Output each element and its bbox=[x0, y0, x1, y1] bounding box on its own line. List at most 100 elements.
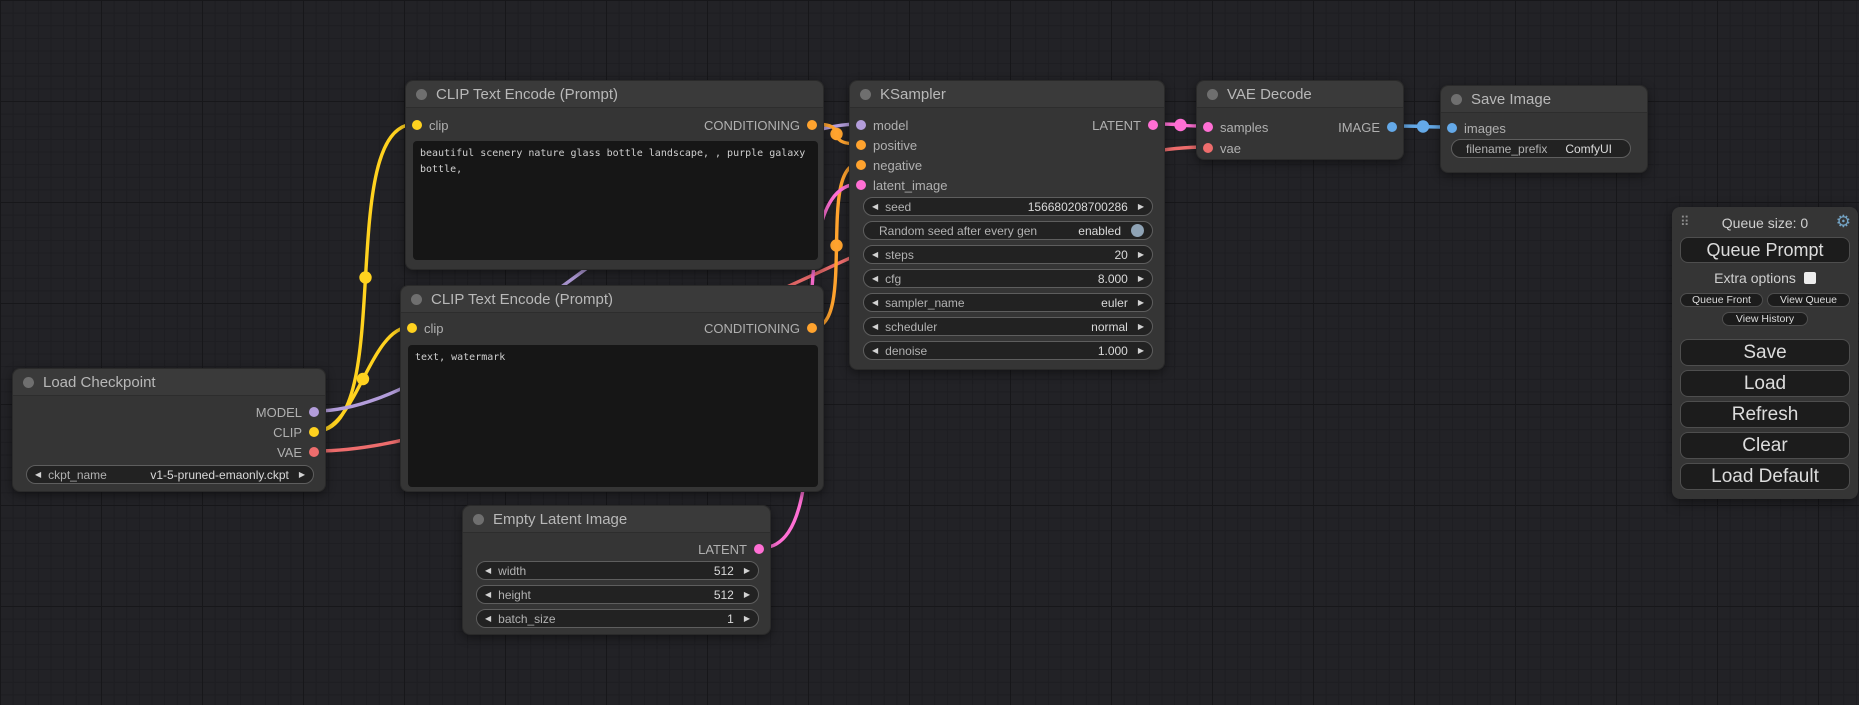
widget-scheduler[interactable]: ◀ scheduler normal ▶ bbox=[863, 317, 1153, 336]
node-load-checkpoint[interactable]: Load Checkpoint MODEL CLIP VAE ◀ ckpt_na… bbox=[12, 368, 326, 492]
input-vae[interactable]: vae bbox=[1203, 139, 1241, 157]
output-model[interactable]: MODEL bbox=[256, 403, 319, 421]
latent-port-icon[interactable] bbox=[1148, 120, 1158, 130]
model-port-icon[interactable] bbox=[309, 407, 319, 417]
widget-height[interactable]: ◀ height 512 ▶ bbox=[476, 585, 759, 604]
latent-port-icon[interactable] bbox=[754, 544, 764, 554]
node-save-image[interactable]: Save Image images filename_prefix ComfyU… bbox=[1440, 85, 1648, 173]
node-graph-canvas[interactable]: Load Checkpoint MODEL CLIP VAE ◀ ckpt_na… bbox=[0, 0, 1859, 705]
increment-arrow-icon[interactable]: ▶ bbox=[744, 567, 750, 575]
output-vae[interactable]: VAE bbox=[277, 443, 319, 461]
increment-arrow-icon[interactable]: ▶ bbox=[299, 471, 305, 479]
output-latent[interactable]: LATENT bbox=[1092, 116, 1158, 134]
conditioning-port-icon[interactable] bbox=[856, 160, 866, 170]
decrement-arrow-icon[interactable]: ◀ bbox=[485, 615, 491, 623]
node-clip-text-encode-positive[interactable]: CLIP Text Encode (Prompt) clip CONDITION… bbox=[405, 80, 824, 270]
load-default-button[interactable]: Load Default bbox=[1680, 463, 1850, 490]
settings-gear-icon[interactable]: ⚙ bbox=[1836, 212, 1851, 232]
input-clip[interactable]: clip bbox=[412, 116, 449, 134]
node-title-bar[interactable]: Save Image bbox=[1441, 86, 1647, 113]
input-images[interactable]: images bbox=[1447, 119, 1506, 137]
widget-width[interactable]: ◀ width 512 ▶ bbox=[476, 561, 759, 580]
output-latent[interactable]: LATENT bbox=[698, 540, 764, 558]
clip-port-icon[interactable] bbox=[412, 120, 422, 130]
widget-filename-prefix[interactable]: filename_prefix ComfyUI bbox=[1451, 139, 1631, 158]
input-latent-image[interactable]: latent_image bbox=[856, 176, 947, 194]
increment-arrow-icon[interactable]: ▶ bbox=[1138, 203, 1144, 211]
prompt-textarea[interactable]: beautiful scenery nature glass bottle la… bbox=[413, 141, 818, 260]
clip-port-icon[interactable] bbox=[407, 323, 417, 333]
input-negative[interactable]: negative bbox=[856, 156, 922, 174]
view-history-button[interactable]: View History bbox=[1722, 312, 1808, 326]
output-conditioning[interactable]: CONDITIONING bbox=[704, 319, 817, 337]
save-button[interactable]: Save bbox=[1680, 339, 1850, 366]
output-image[interactable]: IMAGE bbox=[1338, 118, 1397, 136]
refresh-button[interactable]: Refresh bbox=[1680, 401, 1850, 428]
increment-arrow-icon[interactable]: ▶ bbox=[1138, 347, 1144, 355]
widget-random-seed-toggle[interactable]: Random seed after every gen enabled bbox=[863, 221, 1153, 240]
vae-port-icon[interactable] bbox=[309, 447, 319, 457]
decrement-arrow-icon[interactable]: ◀ bbox=[872, 347, 878, 355]
toggle-enabled-icon[interactable] bbox=[1131, 224, 1144, 237]
output-conditioning[interactable]: CONDITIONING bbox=[704, 116, 817, 134]
queue-control-panel[interactable]: ⠿ Queue size: 0 ⚙ Queue Prompt Extra opt… bbox=[1672, 207, 1858, 499]
collapse-dot-icon[interactable] bbox=[860, 89, 871, 100]
latent-port-icon[interactable] bbox=[1203, 122, 1213, 132]
decrement-arrow-icon[interactable]: ◀ bbox=[872, 299, 878, 307]
conditioning-port-icon[interactable] bbox=[856, 140, 866, 150]
decrement-arrow-icon[interactable]: ◀ bbox=[872, 203, 878, 211]
increment-arrow-icon[interactable]: ▶ bbox=[1138, 275, 1144, 283]
collapse-dot-icon[interactable] bbox=[1207, 89, 1218, 100]
increment-arrow-icon[interactable]: ▶ bbox=[1138, 299, 1144, 307]
node-vae-decode[interactable]: VAE Decode samples vae IMAGE bbox=[1196, 80, 1404, 160]
widget-seed[interactable]: ◀ seed 156680208700286 ▶ bbox=[863, 197, 1153, 216]
node-empty-latent-image[interactable]: Empty Latent Image LATENT ◀ width 512 ▶ … bbox=[462, 505, 771, 635]
queue-prompt-button[interactable]: Queue Prompt bbox=[1680, 237, 1850, 263]
model-port-icon[interactable] bbox=[856, 120, 866, 130]
node-title-bar[interactable]: CLIP Text Encode (Prompt) bbox=[406, 81, 823, 108]
image-port-icon[interactable] bbox=[1447, 123, 1457, 133]
widget-denoise[interactable]: ◀ denoise 1.000 ▶ bbox=[863, 341, 1153, 360]
widget-steps[interactable]: ◀ steps 20 ▶ bbox=[863, 245, 1153, 264]
collapse-dot-icon[interactable] bbox=[1451, 94, 1462, 105]
decrement-arrow-icon[interactable]: ◀ bbox=[485, 591, 491, 599]
decrement-arrow-icon[interactable]: ◀ bbox=[35, 471, 41, 479]
widget-ckpt-name[interactable]: ◀ ckpt_name v1-5-pruned-emaonly.ckpt ▶ bbox=[26, 465, 314, 484]
clip-port-icon[interactable] bbox=[309, 427, 319, 437]
node-title-bar[interactable]: VAE Decode bbox=[1197, 81, 1403, 108]
node-ksampler[interactable]: KSampler model positive negative latent_… bbox=[849, 80, 1165, 370]
extra-options-checkbox[interactable] bbox=[1804, 272, 1816, 284]
collapse-dot-icon[interactable] bbox=[411, 294, 422, 305]
view-queue-button[interactable]: View Queue bbox=[1767, 293, 1850, 307]
widget-cfg[interactable]: ◀ cfg 8.000 ▶ bbox=[863, 269, 1153, 288]
decrement-arrow-icon[interactable]: ◀ bbox=[872, 251, 878, 259]
node-title-bar[interactable]: Empty Latent Image bbox=[463, 506, 770, 533]
increment-arrow-icon[interactable]: ▶ bbox=[744, 615, 750, 623]
increment-arrow-icon[interactable]: ▶ bbox=[1138, 251, 1144, 259]
output-clip[interactable]: CLIP bbox=[273, 423, 319, 441]
widget-batch-size[interactable]: ◀ batch_size 1 ▶ bbox=[476, 609, 759, 628]
collapse-dot-icon[interactable] bbox=[473, 514, 484, 525]
conditioning-port-icon[interactable] bbox=[807, 120, 817, 130]
decrement-arrow-icon[interactable]: ◀ bbox=[872, 275, 878, 283]
widget-sampler-name[interactable]: ◀ sampler_name euler ▶ bbox=[863, 293, 1153, 312]
collapse-dot-icon[interactable] bbox=[416, 89, 427, 100]
increment-arrow-icon[interactable]: ▶ bbox=[1138, 323, 1144, 331]
prompt-textarea[interactable]: text, watermark bbox=[408, 345, 818, 487]
decrement-arrow-icon[interactable]: ◀ bbox=[872, 323, 878, 331]
input-samples[interactable]: samples bbox=[1203, 118, 1268, 136]
node-title-bar[interactable]: Load Checkpoint bbox=[13, 369, 325, 396]
increment-arrow-icon[interactable]: ▶ bbox=[744, 591, 750, 599]
conditioning-port-icon[interactable] bbox=[807, 323, 817, 333]
node-clip-text-encode-negative[interactable]: CLIP Text Encode (Prompt) clip CONDITION… bbox=[400, 285, 824, 492]
image-port-icon[interactable] bbox=[1387, 122, 1397, 132]
vae-port-icon[interactable] bbox=[1203, 143, 1213, 153]
queue-front-button[interactable]: Queue Front bbox=[1680, 293, 1763, 307]
input-model[interactable]: model bbox=[856, 116, 908, 134]
input-clip[interactable]: clip bbox=[407, 319, 444, 337]
latent-port-icon[interactable] bbox=[856, 180, 866, 190]
node-title-bar[interactable]: CLIP Text Encode (Prompt) bbox=[401, 286, 823, 313]
load-button[interactable]: Load bbox=[1680, 370, 1850, 397]
decrement-arrow-icon[interactable]: ◀ bbox=[485, 567, 491, 575]
clear-button[interactable]: Clear bbox=[1680, 432, 1850, 459]
